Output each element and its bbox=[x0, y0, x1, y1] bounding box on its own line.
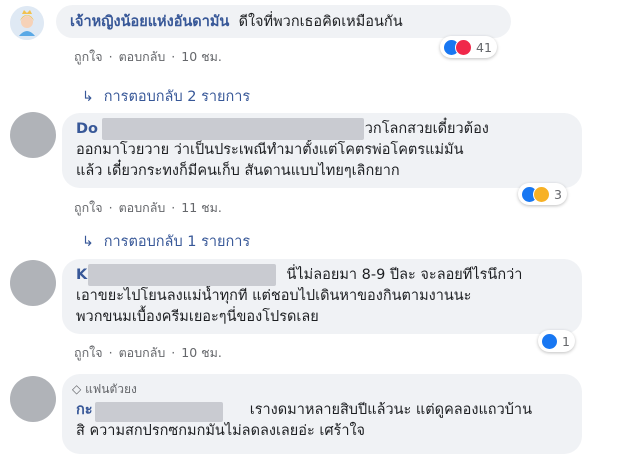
timestamp[interactable]: 11 ชม. bbox=[181, 200, 222, 215]
reaction-summary[interactable]: 41 bbox=[440, 36, 497, 58]
view-replies-link[interactable]: ↳ การตอบกลับ 1 รายการ bbox=[82, 230, 250, 253]
comment-text: ดีใจที่พวกเธอคิดเหมือนกัน bbox=[238, 14, 403, 30]
redacted-name bbox=[95, 402, 223, 422]
timestamp[interactable]: 10 ชม. bbox=[181, 345, 222, 360]
reply-link[interactable]: ตอบกลับ bbox=[119, 49, 166, 64]
comment-bubble: เจ้าหญิงน้อยแห่งอันดามัน ดีใจที่พวกเธอคิ… bbox=[56, 5, 511, 38]
love-reaction-icon bbox=[455, 38, 472, 56]
comment-line: ออกมาโวยวาย ว่าเป็นประเพณีทำมาตั้งแต่โคต… bbox=[76, 142, 464, 158]
like-link[interactable]: ถูกใจ bbox=[74, 200, 103, 215]
replies-label: การตอบกลับ 2 รายการ bbox=[103, 89, 251, 105]
avatar[interactable] bbox=[10, 6, 44, 40]
reaction-count: 41 bbox=[476, 39, 492, 55]
diamond-icon: ◇ bbox=[72, 382, 82, 396]
like-link[interactable]: ถูกใจ bbox=[74, 345, 103, 360]
wow-reaction-icon bbox=[533, 185, 550, 203]
comment-line: เอาขยะไปโยนลงแม่น้ำทุกที แต่ชอบไปเดินหาข… bbox=[76, 288, 472, 304]
badge-label: แฟนตัวยง bbox=[85, 382, 137, 396]
comment-author[interactable]: K bbox=[76, 267, 87, 283]
reaction-summary[interactable]: 1 bbox=[538, 330, 575, 352]
comment-line: นี่ไม่ลอยมา 8-9 ปีละ จะลอยทีไรนึกว่า bbox=[286, 267, 523, 283]
reply-arrow-icon: ↳ bbox=[82, 234, 94, 250]
replies-label: การตอบกลับ 1 รายการ bbox=[103, 234, 251, 250]
comment-author[interactable]: กะ bbox=[76, 402, 93, 418]
comment-line: แล้ว เดี๋ยวกระทงก็มีคนเก็บ สันดานแบบไทยๆ… bbox=[76, 163, 400, 179]
timestamp[interactable]: 10 ชม. bbox=[181, 49, 222, 64]
top-fan-badge: ◇ แฟนตัวยง bbox=[72, 380, 137, 399]
reaction-count: 3 bbox=[554, 186, 562, 202]
reply-link[interactable]: ตอบกลับ bbox=[119, 200, 166, 215]
view-replies-link[interactable]: ↳ การตอบกลับ 2 รายการ bbox=[82, 85, 250, 108]
comment-line: เรางดมาหลายสิบปีแล้วนะ แต่ดูคลองแถวบ้าน bbox=[249, 402, 532, 418]
comment-author[interactable]: Do bbox=[76, 121, 98, 137]
like-link[interactable]: ถูกใจ bbox=[74, 49, 103, 64]
reaction-count: 1 bbox=[562, 333, 570, 349]
redacted-name bbox=[88, 264, 276, 286]
comment-actions: ถูกใจ · ตอบกลับ · 11 ชม. bbox=[74, 200, 222, 215]
avatar[interactable] bbox=[10, 112, 56, 158]
comment-line: พวกขนมเบื้องครีมเยอะๆนี่ของโปรดเลย bbox=[76, 309, 319, 325]
avatar[interactable] bbox=[10, 260, 56, 306]
avatar[interactable] bbox=[10, 376, 56, 422]
reply-link[interactable]: ตอบกลับ bbox=[119, 345, 166, 360]
comment-line: พวกโลกสวยเดี๋ยวต้อง bbox=[355, 121, 489, 137]
like-reaction-icon bbox=[541, 332, 558, 350]
comment-actions: ถูกใจ · ตอบกลับ · 10 ชม. bbox=[74, 49, 222, 64]
princess-avatar-icon bbox=[10, 6, 44, 40]
comment-line: สิ ความสกปรกซกมกมันไม่ลดลงเลยอ่ะ เศร้าใจ bbox=[76, 423, 366, 439]
reaction-summary[interactable]: 3 bbox=[518, 183, 567, 205]
comment-author[interactable]: เจ้าหญิงน้อยแห่งอันดามัน bbox=[70, 14, 229, 30]
reply-arrow-icon: ↳ bbox=[82, 89, 94, 105]
redacted-name bbox=[102, 118, 364, 140]
comment-actions: ถูกใจ · ตอบกลับ · 10 ชม. bbox=[74, 345, 222, 360]
